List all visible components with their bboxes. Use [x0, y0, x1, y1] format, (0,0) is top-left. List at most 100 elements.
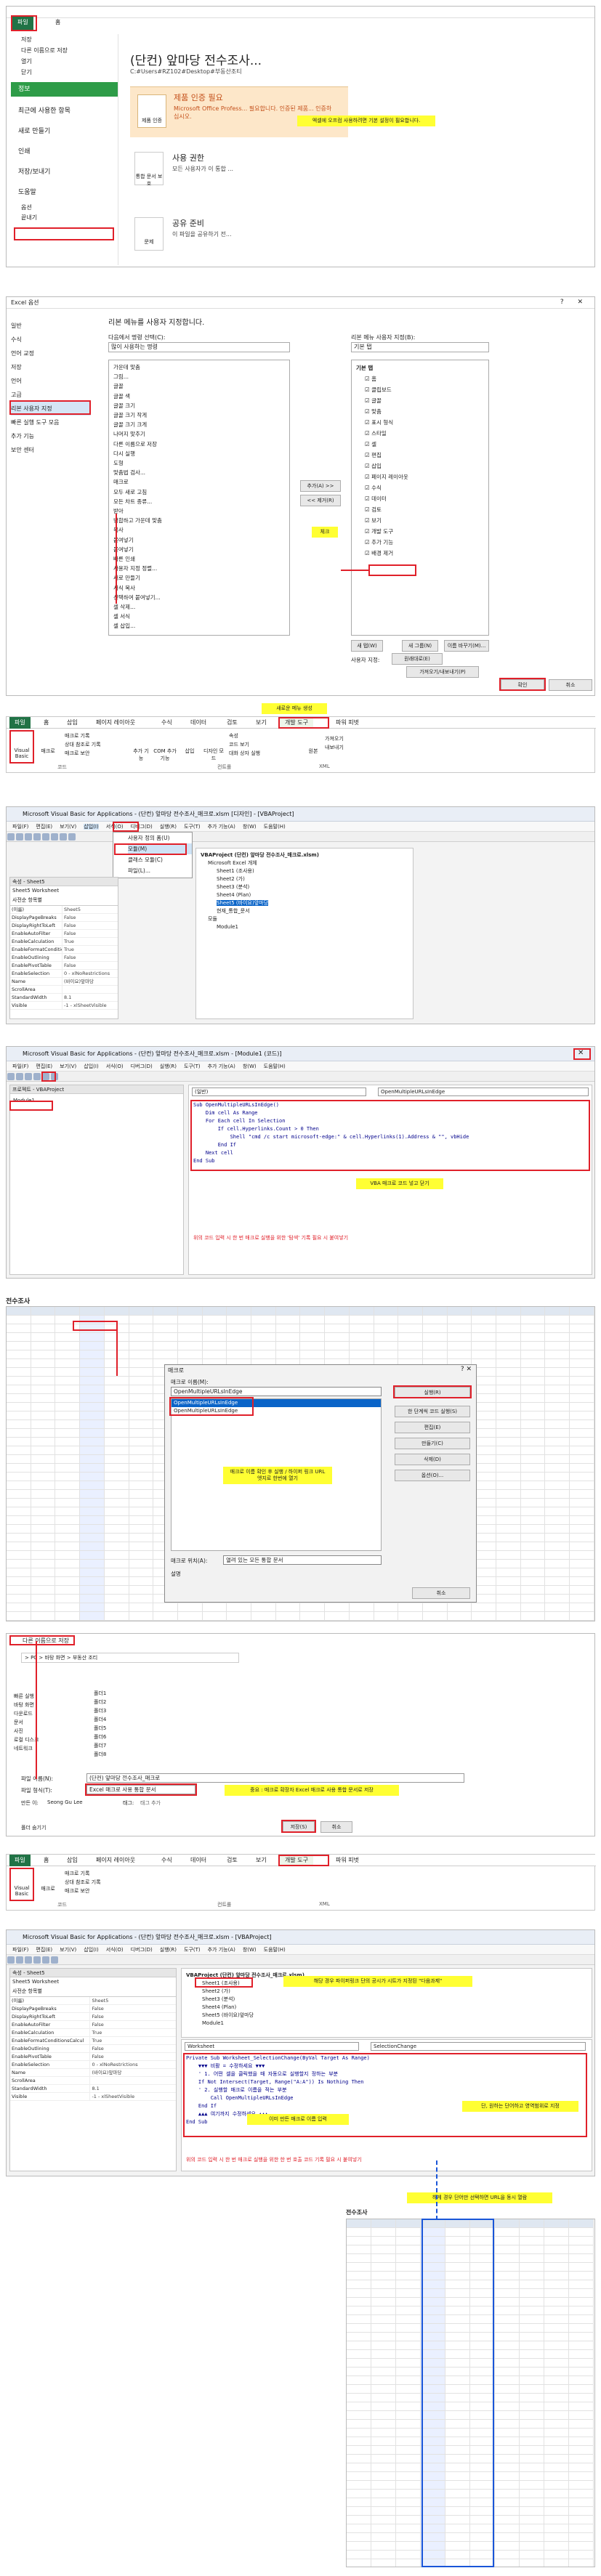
sheet-cell[interactable]	[447, 1603, 472, 1612]
sheet-cell[interactable]	[570, 1473, 594, 1481]
sheet-cell[interactable]	[398, 1342, 423, 1350]
sheet-cell[interactable]	[520, 2359, 544, 2368]
ribbon-tab-item[interactable]: ☑ 홈	[356, 373, 484, 384]
command-item[interactable]: 그림...	[113, 372, 285, 381]
rb2-formula-tab[interactable]: 수식	[156, 1855, 177, 1866]
tree3-sheet3[interactable]: Sheet3 (분석)	[186, 1996, 587, 2004]
sheet-cell[interactable]	[545, 1603, 570, 1612]
sheet-cell[interactable]	[520, 2559, 544, 2567]
rb2-insert-tab[interactable]: 삽입	[62, 1855, 83, 1866]
sheet-cell[interactable]	[544, 2359, 569, 2368]
sheet-cell[interactable]	[80, 1534, 105, 1542]
sheet-cell[interactable]	[129, 1385, 154, 1394]
sheet-cell[interactable]	[447, 1612, 472, 1621]
sheet-cell[interactable]	[347, 2472, 371, 2481]
sheet-cell[interactable]	[569, 2289, 594, 2298]
sheet-cell[interactable]	[202, 1603, 227, 1612]
sheet-cell[interactable]	[520, 1473, 546, 1481]
sheet-cell[interactable]	[104, 1490, 129, 1499]
sheet-cell[interactable]	[447, 1316, 472, 1324]
sheet-cell[interactable]	[496, 1568, 521, 1577]
sheet-cell[interactable]	[520, 1542, 546, 1551]
sheet-cell[interactable]	[371, 2219, 396, 2228]
sheet-cell[interactable]	[7, 1385, 31, 1394]
edit-button[interactable]: 편집(E)	[395, 1422, 470, 1433]
sheet-cell[interactable]	[495, 2315, 520, 2324]
sheet-cell[interactable]	[422, 1612, 448, 1621]
sheet-cell[interactable]	[104, 1377, 129, 1385]
sheet-cell[interactable]	[495, 2498, 520, 2507]
sheet-cell[interactable]	[300, 1603, 326, 1612]
property-value[interactable]: 8.1	[62, 994, 113, 1001]
sheet-cell[interactable]	[227, 1316, 252, 1324]
sheet-cell[interactable]	[569, 2254, 594, 2263]
menu-recent[interactable]: 최근에 사용한 항목	[18, 101, 118, 121]
sheet-cell[interactable]	[325, 1316, 350, 1324]
sheet-cell[interactable]	[371, 2350, 396, 2359]
sheet-cell[interactable]	[7, 1577, 31, 1586]
sheet-cell[interactable]	[80, 1446, 105, 1455]
sheet-cell[interactable]	[371, 2559, 396, 2567]
command-item[interactable]: 도형	[113, 458, 285, 468]
sheet-cell[interactable]	[569, 2315, 594, 2324]
ribbon-tab-item[interactable]: ☑ 수식	[356, 482, 484, 493]
sheet-cell[interactable]	[520, 1411, 546, 1420]
sheet-cell[interactable]	[177, 1307, 203, 1316]
sheet-cell[interactable]	[495, 2219, 520, 2228]
sheet-cell[interactable]	[496, 1481, 521, 1490]
sheet-cell[interactable]	[520, 2385, 544, 2394]
command-item[interactable]: 셀 서식	[113, 612, 285, 621]
sheet-cell[interactable]	[544, 2411, 569, 2420]
ribbon-tab-item[interactable]: ☑ 보기	[356, 515, 484, 526]
sheet-cell[interactable]	[7, 1342, 31, 1350]
nav-local-disk[interactable]: 로컬 디스크	[14, 1735, 86, 1744]
sheet-cell[interactable]	[520, 2437, 544, 2446]
sheet-cell[interactable]	[495, 2245, 520, 2254]
sheet-cell[interactable]	[251, 1324, 276, 1333]
sheet-cell[interactable]	[347, 2507, 371, 2516]
nav-documents[interactable]: 문서	[14, 1718, 86, 1727]
menu-run[interactable]: 실행(R)	[160, 824, 177, 830]
sheet-cell[interactable]	[570, 1368, 594, 1377]
menu-file[interactable]: 파일(F)	[12, 1064, 28, 1069]
sheet-cell[interactable]	[347, 2350, 371, 2359]
sheet-cell[interactable]	[371, 2306, 396, 2315]
opt-addins[interactable]: 추가 기능	[11, 429, 91, 443]
folder-item[interactable]: 폴더8	[94, 1750, 312, 1759]
sheet-cell[interactable]	[545, 1612, 570, 1621]
sheet-cell[interactable]	[495, 2533, 520, 2542]
sheet-cell[interactable]	[520, 1438, 546, 1446]
tree-sheet2[interactable]: Sheet2 (가)	[201, 875, 408, 883]
sheet-cell[interactable]	[371, 2411, 396, 2420]
sheet-cell[interactable]	[544, 2490, 569, 2498]
rb-formula-tab[interactable]: 수식	[156, 717, 177, 729]
sheet-cell[interactable]	[496, 1438, 521, 1446]
sheet-cell[interactable]	[347, 2298, 371, 2306]
nav-desktop[interactable]: 바탕 화면	[14, 1701, 86, 1709]
sheet-cell[interactable]	[129, 1455, 154, 1464]
sheet-cell[interactable]	[396, 2385, 421, 2394]
property-row[interactable]: EnableCalculation True	[10, 2029, 176, 2037]
sheet-cell[interactable]	[570, 1333, 594, 1342]
sheet-cell[interactable]	[544, 2429, 569, 2437]
sheet-cell[interactable]	[544, 2463, 569, 2472]
sheet-cell[interactable]	[545, 1411, 570, 1420]
sheet-cell[interactable]	[569, 2524, 594, 2533]
sheet-cell[interactable]	[31, 1377, 56, 1385]
sheet-cell[interactable]	[371, 2498, 396, 2507]
property-value[interactable]: (바이요)앞마당	[62, 978, 113, 985]
sheet-cell[interactable]	[545, 1438, 570, 1446]
sheet-cell[interactable]	[570, 1455, 594, 1464]
sheet-cell[interactable]	[544, 2376, 569, 2385]
sheet-cell[interactable]	[31, 1568, 56, 1577]
sheet-cell[interactable]	[520, 1368, 546, 1377]
sheet-cell[interactable]	[129, 1333, 154, 1342]
sheet-cell[interactable]	[80, 1481, 105, 1490]
sheet-cell[interactable]	[396, 2559, 421, 2567]
sheet-cell[interactable]	[80, 1377, 105, 1385]
menu-view[interactable]: 보기(V)	[60, 1064, 76, 1069]
sheet-cell[interactable]	[129, 1481, 154, 1490]
sheet-cell[interactable]	[569, 2333, 594, 2341]
sheet-cell[interactable]	[520, 1429, 546, 1438]
sheet-cell[interactable]	[227, 1324, 252, 1333]
